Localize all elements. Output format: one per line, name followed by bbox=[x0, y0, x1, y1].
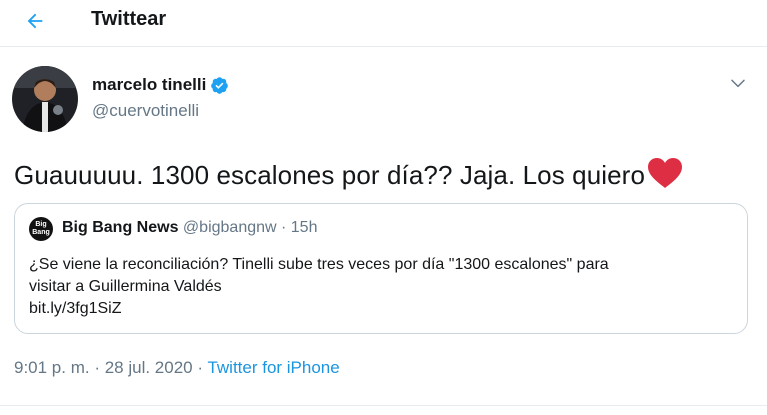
quoted-link[interactable]: bit.ly/3fg1SiZ bbox=[29, 298, 729, 320]
quoted-handle-text: @bigbangnw bbox=[182, 219, 277, 236]
avatar-photo bbox=[12, 66, 78, 132]
quoted-text: ¿Se viene la reconciliación? Tinelli sub… bbox=[29, 254, 729, 320]
quoted-avatar[interactable]: Big Bang bbox=[29, 217, 53, 241]
quoted-header: Big Bang News @bigbangnw · 15h bbox=[62, 219, 317, 237]
top-bar: Twittear bbox=[0, 0, 767, 47]
tweet-meta: 9:01 p. m. · 28 jul. 2020 · Twitter for … bbox=[14, 358, 340, 378]
red-heart-emoji bbox=[648, 158, 683, 188]
tweet-text: Guauuuuu. 1300 escalones por día?? Jaja.… bbox=[14, 157, 683, 191]
chevron-down-icon bbox=[731, 79, 745, 88]
quoted-author-handle: @bigbangnw · 15h bbox=[183, 219, 318, 236]
tweet-time[interactable]: 9:01 p. m. bbox=[14, 358, 90, 377]
meta-separator-1: · bbox=[89, 358, 105, 377]
quoted-avatar-text-line2: Bang bbox=[32, 229, 50, 236]
tweet-date[interactable]: 28 jul. 2020 bbox=[105, 358, 193, 377]
quoted-text-line1: ¿Se viene la reconciliación? Tinelli sub… bbox=[29, 256, 609, 273]
author-handle[interactable]: @cuervotinelli bbox=[92, 101, 199, 121]
meta-separator-2: · bbox=[192, 358, 208, 377]
avatar[interactable] bbox=[12, 66, 78, 132]
more-options-button[interactable] bbox=[727, 72, 749, 94]
tweet-page: Twittear marcelo tinelli @cuervotinelli … bbox=[0, 0, 767, 415]
back-button[interactable] bbox=[20, 6, 50, 36]
author-name-text: marcelo tinelli bbox=[92, 75, 207, 94]
page-title: Twittear bbox=[91, 8, 167, 30]
tweet-text-content: Guauuuuu. 1300 escalones por día?? Jaja.… bbox=[14, 160, 646, 190]
quoted-separator: · bbox=[276, 219, 291, 236]
quoted-time: 15h bbox=[290, 219, 318, 236]
quoted-text-line2: visitar a Guillermina Valdés bbox=[29, 278, 222, 295]
tweet-source-link[interactable]: Twitter for iPhone bbox=[207, 358, 339, 377]
divider bbox=[0, 405, 767, 406]
quoted-author-name: Big Bang News bbox=[62, 219, 179, 236]
quoted-tweet[interactable]: Big Bang Big Bang News @bigbangnw · 15h … bbox=[14, 203, 748, 334]
verified-badge-icon bbox=[211, 76, 229, 94]
author-name[interactable]: marcelo tinelli bbox=[92, 75, 229, 95]
back-arrow-icon bbox=[27, 13, 43, 29]
quoted-avatar-text-line1: Big bbox=[35, 221, 47, 228]
